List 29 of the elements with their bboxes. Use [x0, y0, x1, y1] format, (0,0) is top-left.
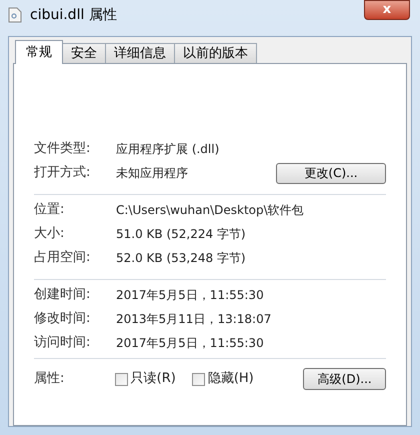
field-label: 创建时间:: [34, 286, 92, 304]
field-value: 2017年5月5日，11:55:30: [116, 335, 265, 352]
field-value: 2017年5月5日，11:55:30: [116, 287, 265, 304]
tab[interactable]: 安全: [62, 43, 106, 63]
checkbox[interactable]: [114, 372, 128, 386]
field-label: 位置:: [34, 201, 66, 220]
checkbox-label: 只读(R): [130, 370, 176, 388]
tab[interactable]: 详细信息: [105, 43, 175, 63]
file-icon: [8, 7, 22, 23]
window-title: cibui.dll 属性: [30, 6, 117, 24]
field-label: 大小:: [34, 225, 66, 244]
field-label: 属性:: [34, 370, 66, 388]
tab[interactable]: 以前的版本: [174, 43, 257, 63]
field-label: 打开方式:: [34, 164, 92, 182]
field-value: 应用程序扩展 (.dll): [116, 141, 220, 158]
field-value: 52.0 KB (53,248 字节): [116, 250, 247, 267]
field-value: 未知应用程序: [116, 165, 189, 182]
field-label: 文件类型:: [34, 140, 92, 158]
field-label: 访问时间:: [34, 334, 92, 352]
tab[interactable]: 常规: [15, 40, 63, 64]
field-label: 占用空间:: [34, 249, 92, 268]
field-value: 51.0 KB (52,224 字节): [116, 226, 247, 243]
checkbox-label: 隐藏(H): [208, 370, 254, 388]
field-value: 2013年5月11日，13:18:07: [116, 311, 272, 328]
field-value: C:\Users\wuhan\Desktop\软件包: [116, 202, 304, 219]
advanced-button[interactable]: 高级(D)...: [303, 368, 386, 390]
change-button[interactable]: 更改(C)...: [276, 162, 386, 184]
field-label: 修改时间:: [34, 310, 92, 328]
checkbox[interactable]: [192, 372, 205, 386]
